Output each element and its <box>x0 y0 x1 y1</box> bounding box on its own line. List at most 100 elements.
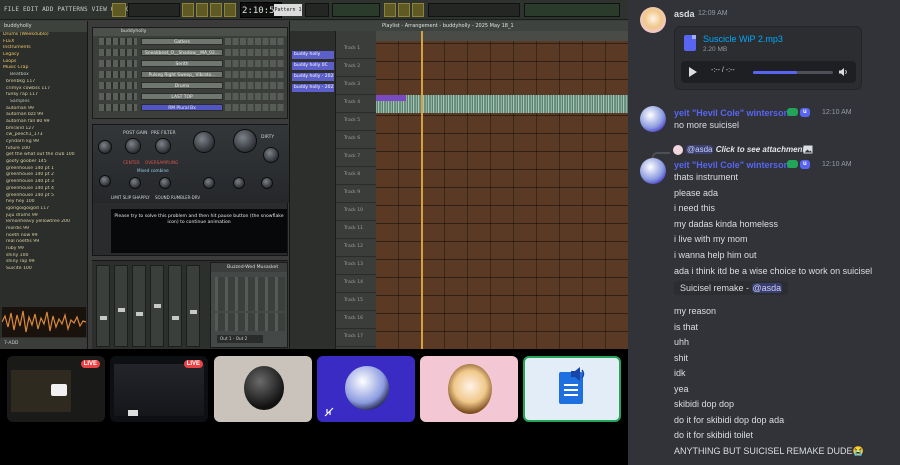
knob <box>261 177 273 189</box>
browser-sample: automan bzz 99 <box>6 112 44 118</box>
browser-sample: automan 99 <box>6 105 34 111</box>
playlist-pattern[interactable]: buddy holly 0C <box>292 62 334 70</box>
message-author[interactable]: yeit "Hevil Cole" winterson <box>674 108 789 118</box>
knob <box>99 175 111 187</box>
browser-folder: Drums (Weekdublo) <box>3 32 49 37</box>
message-author[interactable]: asda <box>674 9 695 19</box>
chat-panel: asda 12:09 AM Suscicle WiP 2.mp3 2.20 MB… <box>628 0 900 465</box>
channel-button[interactable]: LAST TOP <box>141 93 223 101</box>
browser-folder: Instruments <box>3 45 31 51</box>
fl-tool-3 <box>210 3 222 17</box>
mixer-fader <box>136 312 143 316</box>
stream-tile-1[interactable]: LIVE <box>7 356 105 422</box>
audio-progress-fill <box>753 71 797 74</box>
browser-folder: Loops <box>3 58 17 64</box>
live-badge: LIVE <box>183 360 203 368</box>
avatar-tile-3[interactable] <box>420 356 518 422</box>
knob <box>155 138 171 154</box>
playlist-title: Playlist - Arrangement - buddyholly - 20… <box>290 21 628 31</box>
message-line: i live with my mom <box>674 234 748 245</box>
browser-sample: shiny rap 99 <box>6 259 35 265</box>
browser-sample: igorigoigoigod 117 <box>6 205 50 211</box>
audio-progress-bar[interactable] <box>753 71 833 74</box>
step-sequencer <box>225 38 285 45</box>
browser-sample: juju drums 99 <box>6 212 38 218</box>
fl-tool-7 <box>398 3 410 17</box>
browser-folder: Music Crap <box>3 65 29 71</box>
browser-folder: FLEX <box>3 38 15 44</box>
plugin-controls: POST GAIN PRE FILTER DIRTY CENTER OVERSA… <box>93 125 289 203</box>
browser-sample: Suicite 100 <box>6 266 32 272</box>
message-line: please ada <box>674 187 719 198</box>
muted-icon <box>324 407 334 417</box>
attachment-filename[interactable]: Suscicle WiP 2.mp3 <box>703 34 783 44</box>
fl-plugin-window: POST GAIN PRE FILTER DIRTY CENTER OVERSA… <box>92 124 289 256</box>
fl-channel-rack: buddyholly Gatlers Sneakbeat_O__Shadow__M… <box>92 27 288 119</box>
message-line: skibidi dop dop <box>674 399 735 409</box>
reply-snippet: Click to see attachment <box>715 145 806 154</box>
playlist-pattern[interactable]: buddy holly - 2025 <box>292 73 334 81</box>
user-avatar <box>244 366 284 410</box>
play-icon[interactable] <box>689 67 697 77</box>
avatar-tile-2[interactable] <box>317 356 415 422</box>
role-icon <box>787 160 798 168</box>
audio-clip <box>376 95 628 113</box>
fx-slot <box>215 277 285 311</box>
mixer-strip <box>132 265 146 347</box>
track-header: Track 14 <box>336 275 376 293</box>
reply-mention[interactable]: @asda <box>686 145 714 154</box>
browser-subfolder: Samples <box>10 98 30 104</box>
channel-button[interactable]: Serith <box>141 60 223 68</box>
fl-hint-bar <box>524 3 620 17</box>
playlist-pattern[interactable]: buddy holly - 2025 <box>292 84 334 92</box>
channel-button[interactable]: Drums <box>141 82 223 90</box>
channel-button[interactable]: Gatlers <box>141 38 223 46</box>
fx-slot <box>215 313 285 331</box>
user-avatar[interactable] <box>640 158 666 184</box>
embed-mention[interactable]: @asda <box>751 283 783 293</box>
message-author[interactable]: yeit "Hevil Cole" winterson <box>674 160 789 170</box>
channel-button[interactable]: Sneakbeat_O__Shadow__MA_02... <box>141 49 223 57</box>
volume-icon[interactable] <box>838 67 848 77</box>
track-header: Track 10 <box>336 203 376 221</box>
plugin-label: CENTER <box>123 160 140 165</box>
playlist-pattern[interactable]: buddy holly <box>292 51 334 59</box>
user-avatar[interactable] <box>640 7 666 33</box>
avatar-tile-1[interactable] <box>214 356 312 422</box>
user-avatar[interactable] <box>640 106 666 132</box>
browser-subfolder: Beatbox <box>10 72 29 78</box>
fl-tool-2 <box>196 3 208 17</box>
audio-clip-label <box>376 95 406 101</box>
browser-sample: bmrand 127 <box>6 125 35 131</box>
reply-reference[interactable]: @asda Click to see attachment <box>686 145 805 154</box>
track-header: Track 16 <box>336 311 376 329</box>
message-embed: Suicisel remake - @asda <box>674 281 789 295</box>
channel-button[interactable]: Pulseg Right Sweep_ Vibrato... <box>141 71 223 79</box>
fl-shortcuts <box>428 3 520 17</box>
browser-item: crimyx cowbss 117 <box>6 85 51 91</box>
knob <box>125 138 141 154</box>
knob <box>193 131 215 153</box>
browser-sample: automan fall 80 99 <box>6 118 50 124</box>
knob <box>159 177 171 189</box>
message-line: i need this <box>674 203 716 214</box>
knob <box>233 177 245 189</box>
stream-tile-2[interactable]: LIVE <box>110 356 208 422</box>
step-sequencer <box>225 82 285 89</box>
browser-sample: shiny 100 <box>6 252 29 258</box>
attachment-tile[interactable] <box>523 356 621 422</box>
browser-sample: get the what out the club 100 <box>6 152 75 158</box>
fl-pattern-selector: Pattern 1 <box>274 4 302 16</box>
plugin-label: Mixed combine <box>137 168 169 173</box>
knob <box>233 129 257 153</box>
mixer-strip <box>96 265 110 347</box>
role-icon <box>787 108 798 116</box>
audio-time: -:-- / -:-- <box>711 67 735 74</box>
playlist-pattern-list: buddy holly buddy holly 0C buddy holly - 2… <box>290 31 336 349</box>
message-line: do it for skibidi toilet <box>674 430 754 440</box>
fl-studio-stream[interactable]: FILE EDIT ADD PATTERNS VIEW OPTIONS TOOL… <box>0 0 628 349</box>
channel-button[interactable]: RM Plural Bx <box>141 104 223 112</box>
reply-avatar <box>673 145 683 155</box>
fl-tool-8 <box>412 3 424 17</box>
message-line: no more suicisel <box>674 120 740 130</box>
